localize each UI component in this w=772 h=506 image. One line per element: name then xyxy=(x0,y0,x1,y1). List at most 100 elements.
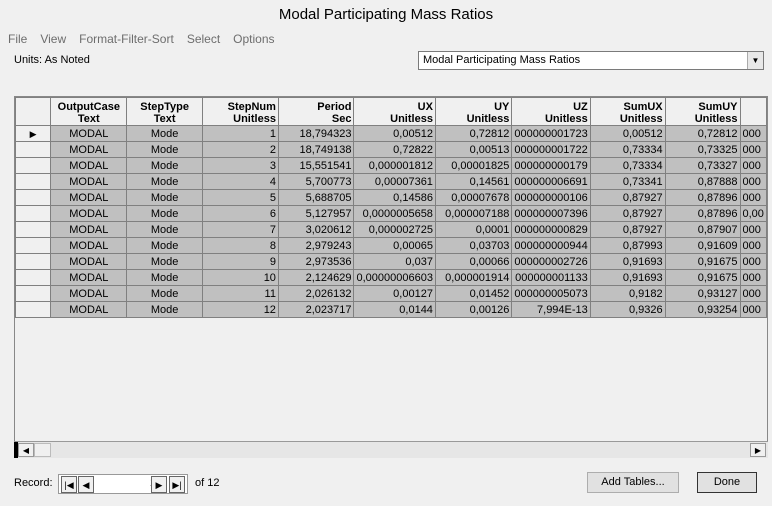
table-row[interactable]: ▶ MODAL Mode 1 18,794323 0,00512 0,72812 000000… xyxy=(15,125,767,142)
done-button[interactable]: Done xyxy=(697,472,757,493)
table-cell[interactable]: 0,00 xyxy=(739,205,767,222)
table-cell[interactable]: 000 xyxy=(739,237,767,254)
table-cell[interactable]: Mode xyxy=(126,301,203,318)
table-cell[interactable]: Mode xyxy=(126,189,203,206)
table-cell[interactable]: MODAL xyxy=(50,173,128,190)
table-cell[interactable]: MODAL xyxy=(50,301,128,318)
last-record-icon[interactable]: ▶| xyxy=(169,476,185,493)
table-cell[interactable]: 0,93254 xyxy=(664,301,741,318)
table-cell[interactable]: Mode xyxy=(126,141,203,158)
next-record-icon[interactable]: ▶ xyxy=(151,476,167,493)
table-cell[interactable]: 0,9326 xyxy=(589,301,666,318)
scrollbar-thumb[interactable] xyxy=(34,443,51,457)
table-cell[interactable]: 15,551541 xyxy=(277,157,355,174)
table-cell[interactable]: 0,14561 xyxy=(434,173,513,190)
table-cell[interactable]: MODAL xyxy=(50,221,128,238)
table-cell[interactable]: 000 xyxy=(739,189,767,206)
table-row[interactable]: MODAL Mode 2 18,749138 0,72822 0,00513 0000000… xyxy=(15,141,767,158)
table-cell[interactable]: Mode xyxy=(126,173,203,190)
scroll-left-icon[interactable]: ◀ xyxy=(18,443,34,457)
prev-record-icon[interactable]: ◀ xyxy=(78,476,94,493)
table-cell[interactable]: 4 xyxy=(201,173,279,190)
menu-file[interactable]: File xyxy=(8,32,27,48)
table-cell[interactable]: 2,973536 xyxy=(277,253,355,270)
table-row[interactable]: MODAL Mode 10 2,124629 0,00000006603 0,000001… xyxy=(15,269,767,286)
table-select[interactable]: Modal Participating Mass Ratios ▼ xyxy=(418,51,764,70)
table-cell[interactable]: 5,700773 xyxy=(277,173,355,190)
table-cell[interactable]: 000000001722 xyxy=(511,141,591,158)
row-selector[interactable] xyxy=(15,205,52,222)
chevron-down-icon[interactable]: ▼ xyxy=(747,52,763,69)
table-cell[interactable]: 0,73334 xyxy=(589,157,666,174)
table-row[interactable]: MODAL Mode 6 5,127957 0,0000005658 0,00000718… xyxy=(15,205,767,222)
table-cell[interactable]: 000 xyxy=(739,141,767,158)
row-selector[interactable] xyxy=(15,173,52,190)
table-cell[interactable]: 11 xyxy=(201,285,279,302)
table-cell[interactable]: 0,000001812 xyxy=(353,157,436,174)
table-cell[interactable]: MODAL xyxy=(50,189,128,206)
row-selector[interactable] xyxy=(15,301,52,318)
table-cell[interactable]: 9 xyxy=(201,253,279,270)
table-cell[interactable]: 0,000002725 xyxy=(353,221,436,238)
table-cell[interactable]: 000 xyxy=(739,221,767,238)
table-cell[interactable]: 12 xyxy=(201,301,279,318)
table-cell[interactable]: 0,0000005658 xyxy=(353,205,436,222)
menu-select[interactable]: Select xyxy=(187,32,220,48)
table-cell[interactable]: 0,73327 xyxy=(664,157,741,174)
table-cell[interactable]: 0,00512 xyxy=(353,125,436,142)
table-row[interactable]: MODAL Mode 4 5,700773 0,00007361 0,14561 00000… xyxy=(15,173,767,190)
table-cell[interactable]: 000 xyxy=(739,157,767,174)
table-cell[interactable]: 000000005073 xyxy=(511,285,591,302)
menu-format-filter-sort[interactable]: Format-Filter-Sort xyxy=(79,32,174,48)
table-cell[interactable]: 0,00001825 xyxy=(434,157,513,174)
table-cell[interactable]: 0,000007188 xyxy=(434,205,513,222)
table-cell[interactable]: MODAL xyxy=(50,125,128,142)
table-cell[interactable]: 2,023717 xyxy=(277,301,355,318)
table-cell[interactable]: Mode xyxy=(126,253,203,270)
table-cell[interactable]: 000 xyxy=(739,301,767,318)
table-row[interactable]: MODAL Mode 12 2,023717 0,0144 0,00126 7,994E-1… xyxy=(15,301,767,318)
column-header-sumuy[interactable]: SumUY Unitless xyxy=(664,97,741,126)
table-cell[interactable]: 0,000001914 xyxy=(434,269,513,286)
row-selector[interactable] xyxy=(15,189,52,206)
table-cell[interactable]: 0,03703 xyxy=(434,237,513,254)
table-cell[interactable]: 000000000944 xyxy=(511,237,591,254)
table-cell[interactable]: Mode xyxy=(126,269,203,286)
table-cell[interactable]: MODAL xyxy=(50,237,128,254)
table-cell[interactable]: MODAL xyxy=(50,205,128,222)
menu-view[interactable]: View xyxy=(40,32,66,48)
table-cell[interactable]: 000 xyxy=(739,253,767,270)
menu-options[interactable]: Options xyxy=(233,32,274,48)
table-cell[interactable]: 0,73341 xyxy=(589,173,666,190)
table-cell[interactable]: 0,87896 xyxy=(664,189,741,206)
table-cell[interactable]: 6 xyxy=(201,205,279,222)
row-selector[interactable] xyxy=(15,221,52,238)
table-cell[interactable]: 0,00127 xyxy=(353,285,436,302)
table-cell[interactable]: 0,72822 xyxy=(353,141,436,158)
row-selector[interactable] xyxy=(15,285,52,302)
row-selector[interactable] xyxy=(15,237,52,254)
table-cell[interactable]: 5,688705 xyxy=(277,189,355,206)
table-cell[interactable]: MODAL xyxy=(50,269,128,286)
table-cell[interactable]: 000000006691 xyxy=(511,173,591,190)
table-cell[interactable]: 0,9182 xyxy=(589,285,666,302)
table-cell[interactable]: 0,91693 xyxy=(589,269,666,286)
row-selector[interactable] xyxy=(15,157,52,174)
column-header-uz[interactable]: UZ Unitless xyxy=(511,97,591,126)
table-cell[interactable]: 0,01452 xyxy=(434,285,513,302)
row-selector[interactable] xyxy=(15,269,52,286)
table-cell[interactable]: 2,979243 xyxy=(277,237,355,254)
table-cell[interactable]: 000 xyxy=(739,269,767,286)
table-cell[interactable]: 000 xyxy=(739,173,767,190)
table-cell[interactable]: 0,00000006603 xyxy=(353,269,436,286)
table-cell[interactable]: 0,87907 xyxy=(664,221,741,238)
column-header-uy[interactable]: UY Unitless xyxy=(434,97,513,126)
table-cell[interactable]: Mode xyxy=(126,285,203,302)
table-cell[interactable]: 0,91675 xyxy=(664,253,741,270)
table-cell[interactable]: MODAL xyxy=(50,141,128,158)
table-cell[interactable]: 3,020612 xyxy=(277,221,355,238)
table-cell[interactable]: 0,037 xyxy=(353,253,436,270)
table-row[interactable]: MODAL Mode 5 5,688705 0,14586 0,00007678 00000… xyxy=(15,189,767,206)
table-row[interactable]: MODAL Mode 8 2,979243 0,00065 0,03703 00000000… xyxy=(15,237,767,254)
table-cell[interactable]: 0,72812 xyxy=(664,125,741,142)
